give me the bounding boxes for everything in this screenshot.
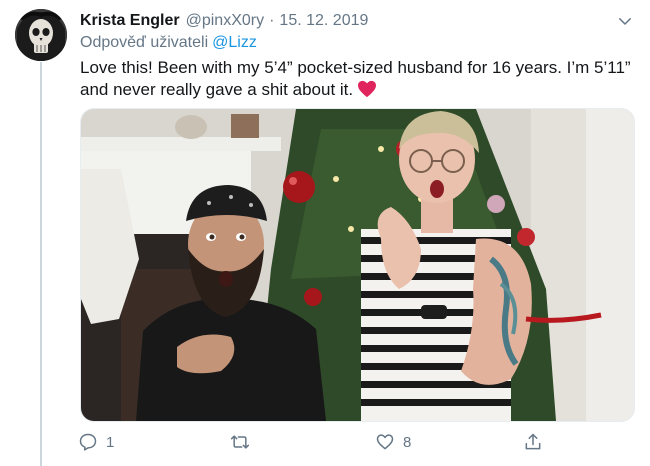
separator-dot: · [269,12,275,29]
reply-prefix: Odpověď uživateli [80,34,209,51]
reply-icon [79,433,97,451]
like-count: 8 [403,433,412,451]
retweet-button[interactable] [230,430,258,454]
like-icon [376,434,394,450]
avatar[interactable] [15,9,67,61]
tweet[interactable]: Krista Engler @pinxX0ry · 15. 12. 2019 O… [0,0,650,466]
tweet-photo[interactable] [80,108,635,422]
user-handle[interactable]: @pinxX0ry [186,12,265,30]
retweet-icon [230,435,250,449]
like-button[interactable]: 8 [375,430,411,454]
chevron-down-icon[interactable] [616,12,634,30]
tweet-date[interactable]: 15. 12. 2019 [279,12,368,30]
reply-count: 1 [106,433,115,451]
skull-avatar-icon [15,9,67,61]
reply-context: Odpověď uživateli @Lizz [80,34,257,52]
thread-line [40,62,42,466]
tweet-body: Love this! Been with my 5’4” pocket-size… [80,58,631,99]
action-bar: 1 8 [78,430,548,454]
display-name[interactable]: Krista Engler [80,12,180,30]
tweet-text: Love this! Been with my 5’4” pocket-size… [80,57,635,101]
photo-scene [81,109,634,421]
reply-button[interactable]: 1 [78,430,114,454]
reply-mention-link[interactable]: @Lizz [212,34,257,51]
share-button[interactable] [523,430,543,454]
share-icon [525,433,541,450]
red-heart-icon [358,80,377,98]
tweet-header: Krista Engler @pinxX0ry · 15. 12. 2019 [80,10,630,32]
